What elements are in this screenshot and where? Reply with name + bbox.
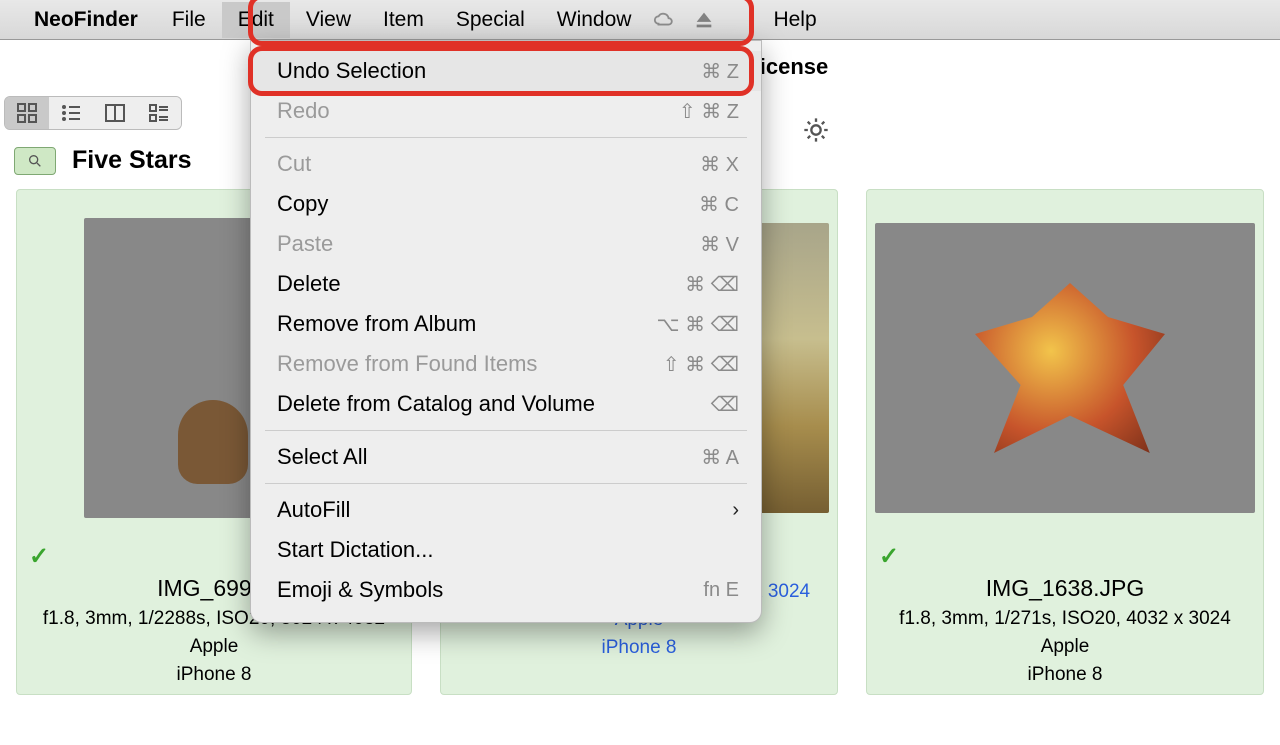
menu-view[interactable]: View bbox=[290, 2, 367, 38]
menu-item-redo: Redo ⇧ ⌘ Z bbox=[251, 91, 761, 131]
menu-item-label: Copy bbox=[277, 191, 328, 217]
menu-item-select-all[interactable]: Select All ⌘ A bbox=[251, 437, 761, 477]
cloud-icon[interactable] bbox=[653, 9, 675, 31]
menu-shortcut: ⌘ V bbox=[700, 232, 739, 257]
camera-model: iPhone 8 bbox=[601, 637, 676, 659]
camera-model: iPhone 8 bbox=[176, 664, 251, 686]
menu-shortcut: ⇧ ⌘ ⌫ bbox=[663, 352, 739, 377]
menu-item-label: AutoFill bbox=[277, 497, 350, 523]
app-name[interactable]: NeoFinder bbox=[24, 2, 148, 38]
menu-shortcut: ⌥ ⌘ ⌫ bbox=[657, 312, 739, 337]
check-icon: ✓ bbox=[29, 543, 49, 570]
menu-shortcut: ⌘ Z bbox=[701, 59, 739, 84]
menu-item-remove-from-found-items: Remove from Found Items ⇧ ⌘ ⌫ bbox=[251, 344, 761, 384]
smart-album-icon bbox=[14, 147, 56, 175]
menu-item-copy[interactable]: Copy ⌘ C bbox=[251, 184, 761, 224]
menu-item-label: Redo bbox=[277, 98, 330, 124]
view-list-button[interactable] bbox=[49, 97, 93, 129]
menu-shortcut: ⌘ A bbox=[701, 445, 739, 470]
menu-help[interactable]: Help bbox=[757, 2, 832, 38]
album-title: Five Stars bbox=[72, 146, 192, 175]
menu-item-label: Emoji & Symbols bbox=[277, 577, 443, 603]
menu-item-label: Cut bbox=[277, 151, 311, 177]
menu-item-label: Undo Selection bbox=[277, 58, 426, 84]
menu-item-label: Start Dictation... bbox=[277, 537, 434, 563]
menu-item-label: Remove from Album bbox=[277, 311, 476, 337]
menu-shortcut: ⌘ C bbox=[699, 192, 739, 217]
menu-item-menu[interactable]: Item bbox=[367, 2, 440, 38]
view-column-button[interactable] bbox=[93, 97, 137, 129]
thumbnail-image bbox=[875, 198, 1255, 538]
menu-item-label: Delete bbox=[277, 271, 341, 297]
camera-make: Apple bbox=[1041, 636, 1090, 658]
menu-shortcut: ⌘ X bbox=[700, 152, 739, 177]
menu-item-paste: Paste ⌘ V bbox=[251, 224, 761, 264]
menu-edit[interactable]: Edit bbox=[222, 2, 290, 38]
eject-icon[interactable] bbox=[693, 9, 715, 31]
menu-item-undo-selection[interactable]: Undo Selection ⌘ Z bbox=[251, 51, 761, 91]
menu-shortcut: ⌫ bbox=[711, 392, 739, 417]
check-icon: ✓ bbox=[879, 543, 899, 570]
menu-item-emoji-symbols[interactable]: Emoji & Symbols fn E bbox=[251, 570, 761, 610]
menu-item-label: Select All bbox=[277, 444, 368, 470]
menu-item-autofill[interactable]: AutoFill › bbox=[251, 490, 761, 530]
menu-item-delete[interactable]: Delete ⌘ ⌫ bbox=[251, 264, 761, 304]
menu-shortcut: ⌘ ⌫ bbox=[685, 272, 739, 297]
view-switch bbox=[4, 96, 182, 130]
chevron-right-icon: › bbox=[732, 499, 739, 522]
menu-item-delete-from-catalog-and-volume[interactable]: Delete from Catalog and Volume ⌫ bbox=[251, 384, 761, 424]
menu-shortcut: fn E bbox=[703, 579, 739, 602]
menu-item-cut: Cut ⌘ X bbox=[251, 144, 761, 184]
menu-special[interactable]: Special bbox=[440, 2, 541, 38]
menu-item-label: Delete from Catalog and Volume bbox=[277, 391, 595, 417]
thumbnail-card[interactable]: ✓ IMG_1638.JPG f1.8, 3mm, 1/271s, ISO20,… bbox=[866, 189, 1264, 695]
view-icon-button[interactable] bbox=[5, 97, 49, 129]
menu-item-label: Remove from Found Items bbox=[277, 351, 537, 377]
edit-menu-dropdown: Undo Selection ⌘ Z Redo ⇧ ⌘ Z Cut ⌘ X Copy ⌘ C P… bbox=[250, 40, 762, 623]
menubar: NeoFinder File Edit View Item Special Wi… bbox=[0, 0, 1280, 40]
menu-item-label: Paste bbox=[277, 231, 333, 257]
menu-item-start-dictation[interactable]: Start Dictation... bbox=[251, 530, 761, 570]
menu-item-remove-from-album[interactable]: Remove from Album ⌥ ⌘ ⌫ bbox=[251, 304, 761, 344]
menu-window[interactable]: Window bbox=[541, 2, 648, 38]
camera-model: iPhone 8 bbox=[1027, 664, 1102, 686]
view-detail-button[interactable] bbox=[137, 97, 181, 129]
menu-file[interactable]: File bbox=[156, 2, 222, 38]
file-name: IMG_1638.JPG bbox=[986, 575, 1145, 602]
exif-line: f1.8, 3mm, 1/271s, ISO20, 4032 x 3024 bbox=[899, 608, 1231, 630]
camera-make: Apple bbox=[190, 636, 239, 658]
settings-gear-icon[interactable] bbox=[802, 116, 830, 144]
menu-shortcut: ⇧ ⌘ Z bbox=[679, 99, 739, 124]
